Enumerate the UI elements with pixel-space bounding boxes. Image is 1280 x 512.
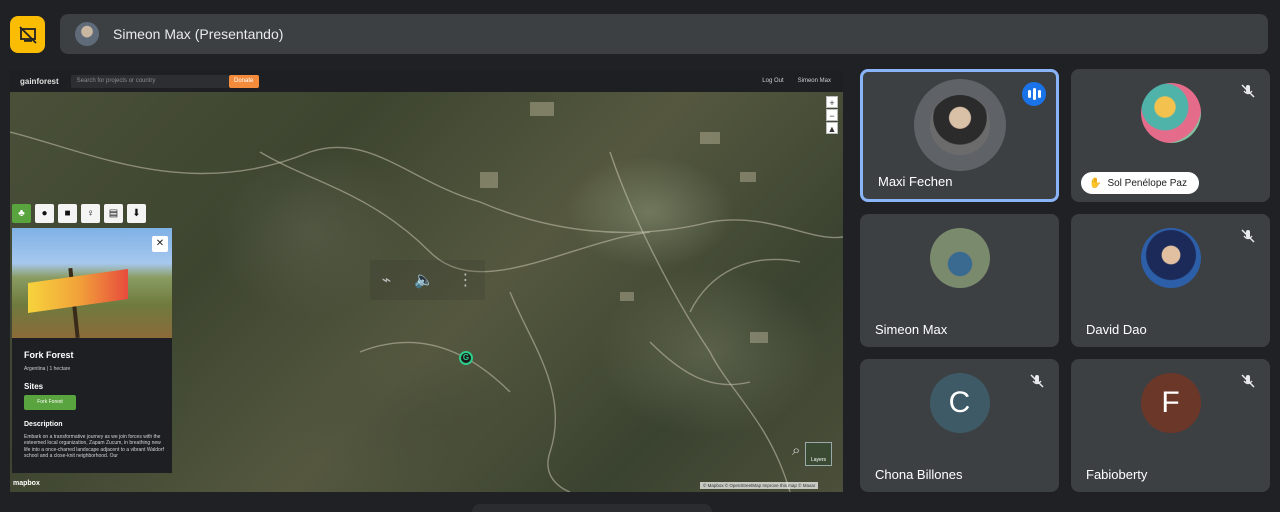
app-header: gainforest Search for projects or countr… [10,70,843,92]
avatar [1140,227,1201,288]
screen-share-off-icon [18,25,37,44]
pin-off-icon[interactable]: ⌁ [382,270,392,290]
participant-tile[interactable]: David Dao [1071,214,1270,347]
avatar [929,227,990,288]
participant-tile[interactable]: Maxi Fechen [860,69,1059,202]
site-marker-icon[interactable]: G [459,351,473,365]
logout-link[interactable]: Log Out [762,78,783,84]
participant-name: Sol Penélope Paz [1107,177,1187,189]
donate-button[interactable]: Donate [228,74,259,88]
zoom-in-button[interactable]: + [826,96,838,108]
video-overlay-controls: ⌁ 🔈 ⋮ [370,260,485,300]
speaking-indicator-icon [1022,82,1046,106]
avatar [913,79,1006,172]
participant-name: Maxi Fechen [878,174,953,189]
more-options-icon[interactable]: ⋮ [457,270,473,290]
description-text: Embark on a transformative journey as we… [24,434,164,460]
app-logo: gainforest [20,76,59,86]
project-search-input[interactable]: Search for projects or country [70,74,229,88]
compass-button[interactable]: ▲ [826,122,838,134]
chat-icon[interactable]: ▤ [104,204,123,223]
mic-off-icon [1030,374,1044,388]
avatar [1140,82,1201,143]
participant-tile[interactable]: F Fabioberty [1071,359,1270,492]
description-heading: Description [24,421,63,428]
mic-off-icon [1241,374,1255,388]
participant-tile[interactable]: ✋ Sol Penélope Paz [1071,69,1270,202]
zoom-out-button[interactable]: − [826,109,838,121]
presenter-label: Simeon Max (Presentando) [113,26,284,42]
layers-button[interactable]: Layers [805,442,832,466]
participant-name: Chona Billones [875,467,963,482]
site-button[interactable]: Fork Forest [24,395,76,410]
project-photo [12,228,172,339]
mic-off-icon [1241,229,1255,243]
avatar: C [929,372,990,433]
app-user-name[interactable]: Simeon Max [798,78,831,84]
magnify-icon[interactable]: ⌕ [792,442,800,459]
mapbox-logo: mapbox [13,480,40,487]
participant-name: David Dao [1086,322,1147,337]
raised-hand-badge: ✋ Sol Penélope Paz [1081,172,1199,194]
stop-presenting-button[interactable] [10,16,45,53]
project-info-panel: ✕ Fork Forest Argentina | 1 hectare Site… [12,228,172,473]
project-meta: Argentina | 1 hectare [24,366,71,372]
bottom-controls-bar[interactable] [472,504,712,512]
mic-off-icon [1241,84,1255,98]
sites-heading: Sites [24,382,44,391]
volume-icon[interactable]: 🔈 [414,270,434,290]
tree-icon[interactable]: ♣ [12,204,31,223]
participant-name: Simeon Max [875,322,948,337]
book-icon[interactable]: ■ [58,204,77,223]
paw-icon[interactable]: ● [35,204,54,223]
participant-name: Fabioberty [1086,467,1148,482]
download-icon[interactable]: ⬇ [127,204,146,223]
map-attribution: © Mapbox © OpenStreetMap Improve this ma… [700,482,819,489]
presenter-bar: Simeon Max (Presentando) [60,14,1268,54]
person-icon[interactable]: ♀ [81,204,100,223]
shared-screen: gainforest Search for projects or countr… [10,70,843,492]
participant-tile[interactable]: Simeon Max [860,214,1059,347]
avatar: F [1140,372,1201,433]
participant-tile[interactable]: C Chona Billones [860,359,1059,492]
presenter-avatar [75,22,99,46]
close-panel-button[interactable]: ✕ [152,236,168,252]
map-toolbar: ♣ ● ■ ♀ ▤ ⬇ [12,204,146,223]
raised-hand-icon: ✋ [1089,177,1102,189]
project-title: Fork Forest [24,350,74,360]
